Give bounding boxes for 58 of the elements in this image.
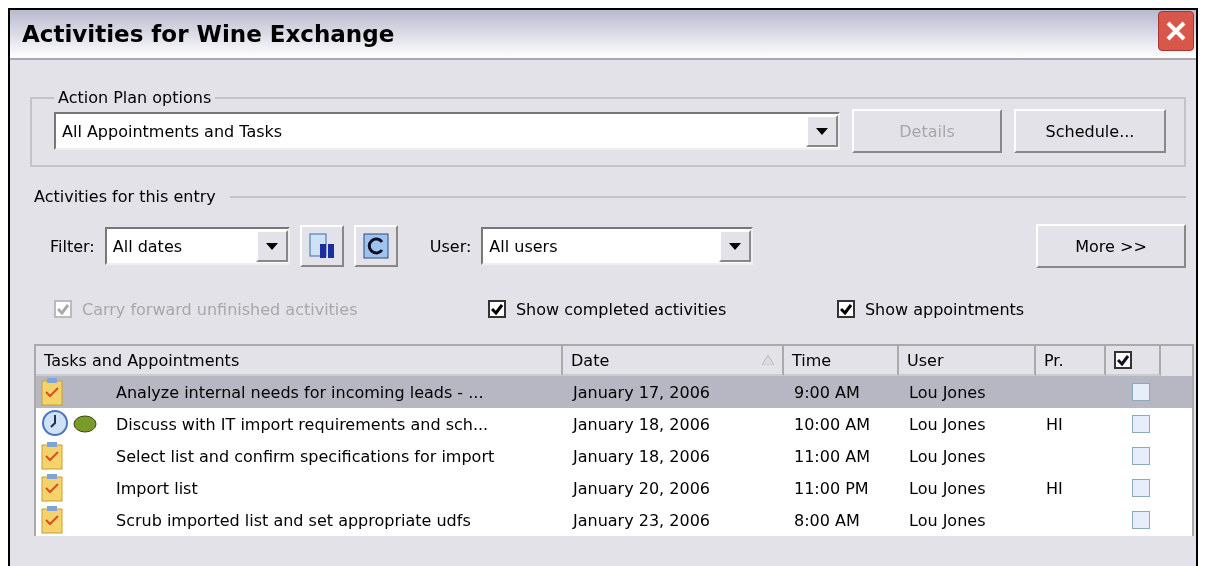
section-heading: Activities for this entry: [34, 187, 216, 206]
checkbox[interactable]: [1131, 479, 1150, 497]
table-cell-text: January 20, 2006: [571, 478, 711, 498]
table-cell-text: Analyze internal needs for incoming leads - ...: [115, 382, 485, 402]
table-cell-text: January 17, 2006: [571, 382, 711, 402]
table-cell-text: Select list and confirm specifications for import: [115, 446, 496, 466]
group-legend: Action Plan options: [54, 88, 216, 107]
table-cell-text: HI: [1045, 478, 1064, 498]
table-cell-text: 11:00 AM: [793, 446, 871, 466]
table-cell-text: January 18, 2006: [571, 446, 711, 466]
filter-dropdown[interactable]: All dates: [104, 227, 290, 265]
window-title: Activities for Wine Exchange: [22, 21, 395, 47]
table-cell-text: 10:00 AM: [793, 414, 871, 434]
table-cell-text: 9:00 AM: [793, 382, 861, 402]
caret-icon: [729, 242, 742, 250]
table-cell-text: Discuss with IT import requirements and sch...: [115, 414, 490, 434]
user-dropdown[interactable]: All users: [481, 227, 754, 265]
dropdown-button[interactable]: [255, 230, 288, 262]
checkbox[interactable]: [1131, 447, 1150, 465]
action-plan-dropdown[interactable]: All Appointments and Tasks: [54, 112, 840, 150]
table-cell-text: Lou Jones: [908, 478, 987, 498]
table-row[interactable]: Analyze internal needs for incoming leads - ... January 17, 2006 9:00 AM Lou Jones: [36, 376, 1192, 408]
user-label: User:: [429, 236, 472, 256]
filter-label: Filter:: [50, 236, 95, 256]
task-clipboard-icon: [40, 441, 66, 471]
caret-icon: [265, 242, 278, 250]
table-cell-text: January 23, 2006: [571, 510, 711, 530]
refresh-button[interactable]: [353, 225, 398, 267]
table-cell-text: Lou Jones: [908, 510, 987, 530]
table-cell-text: Import list: [115, 478, 199, 498]
more-button[interactable]: More >>: [1036, 224, 1186, 268]
table-cell-text: 11:00 PM: [793, 478, 870, 498]
dropdown-button[interactable]: [806, 115, 838, 147]
find-button[interactable]: [299, 225, 344, 267]
caret-icon: [816, 127, 828, 135]
checkbox[interactable]: [1131, 383, 1150, 401]
table-cell-text: HI: [1045, 414, 1064, 434]
task-clipboard-icon: [40, 377, 66, 407]
clock-icon: [40, 409, 70, 439]
checkbox[interactable]: [1131, 511, 1150, 529]
checkbox-label: Show appointments: [864, 299, 1025, 319]
table-cell-text: 8:00 AM: [793, 510, 861, 530]
refresh-icon: [361, 232, 390, 260]
table-cell-text: January 18, 2006: [571, 414, 711, 434]
task-clipboard-icon: [40, 505, 66, 535]
close-icon: [1165, 20, 1187, 42]
table-cell-text: Scrub imported list and set appropriate udfs: [115, 510, 472, 530]
table-cell-text: Lou Jones: [908, 382, 987, 402]
sort-arrow-icon: [762, 355, 774, 365]
task-clipboard-icon: [40, 473, 66, 503]
table-cell-text: Lou Jones: [908, 446, 987, 466]
table-cell-text: Lou Jones: [908, 414, 987, 434]
dialog-button[interactable]: Schedule...: [1014, 109, 1166, 153]
dropdown-button[interactable]: [719, 230, 752, 262]
close-button[interactable]: [1158, 11, 1194, 51]
checkbox-label: Carry forward unfinished activities: [82, 299, 358, 319]
checkbox-label: Show completed activities: [515, 299, 727, 319]
checkbox[interactable]: [1131, 415, 1150, 433]
